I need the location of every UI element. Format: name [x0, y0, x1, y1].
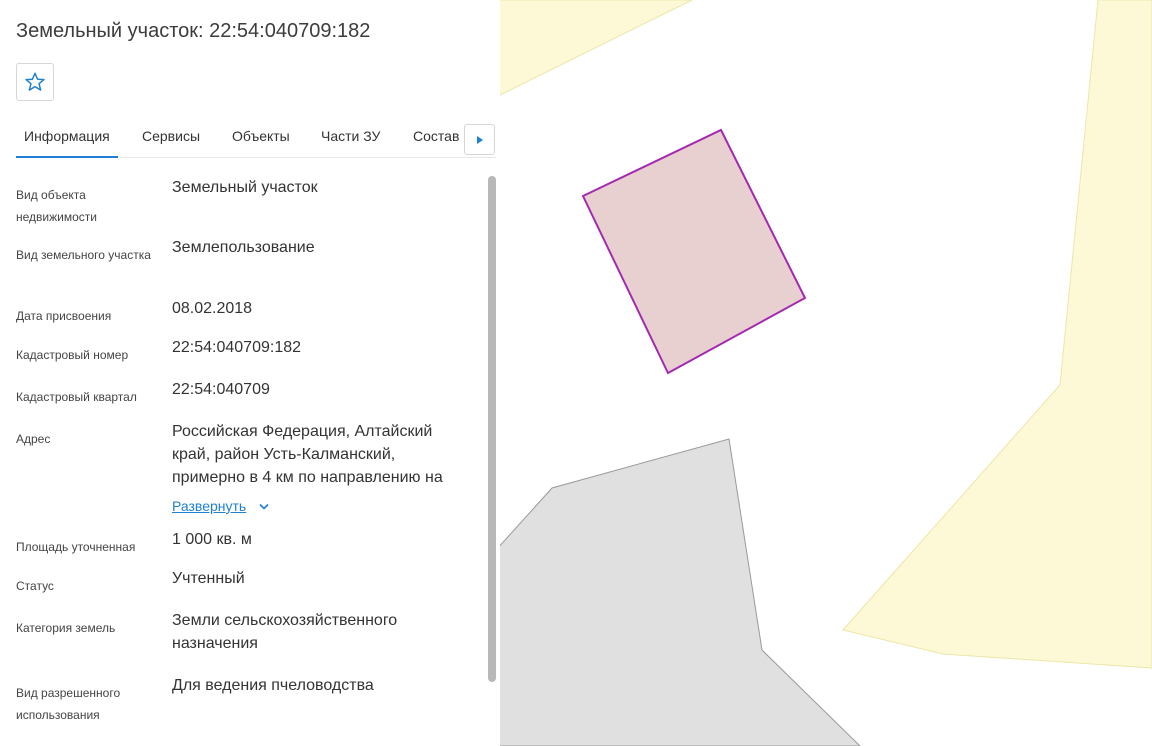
info-value: Землепользование: [172, 239, 315, 256]
panel-scrollbar-thumb[interactable]: [488, 176, 496, 682]
chevron-down-icon[interactable]: [258, 503, 270, 511]
info-value: 1 000 кв. м: [172, 531, 252, 548]
tab-parts[interactable]: Части ЗУ: [321, 118, 380, 156]
caret-right-icon: [476, 135, 483, 144]
address-value: Российская Федерация, Алтайский край, ра…: [172, 423, 443, 486]
info-value: Учтенный: [172, 570, 245, 587]
info-value: Земли сельскохозяйственного назначения: [172, 612, 398, 652]
info-label: Адрес: [16, 432, 51, 446]
info-value: Для ведения пчеловодства: [172, 677, 374, 694]
info-row-address: Адрес Российская Федерация, Алтайский кр…: [16, 423, 476, 520]
info-panel: Земельный участок: 22:54:040709:182 Инфо…: [0, 0, 500, 746]
address-expand-link[interactable]: Развернуть: [172, 498, 246, 514]
tab-objects[interactable]: Объекты: [232, 118, 290, 156]
info-label: Статус: [16, 579, 54, 593]
star-outline-icon: [25, 72, 45, 91]
info-value: 22:54:040709: [172, 381, 270, 398]
tab-bar: Информация Сервисы Объекты Части ЗУ Сост…: [16, 118, 496, 158]
info-label: Площадь уточненная: [16, 540, 136, 554]
info-label: Категория земель: [16, 621, 116, 635]
info-value: 22:54:040709:182: [172, 339, 302, 356]
favorite-button[interactable]: [16, 63, 54, 101]
info-label: Вид земельного участка: [16, 248, 151, 262]
info-label: Кадастровый квартал: [16, 390, 137, 404]
info-label: Вид разрешенного использования: [16, 686, 121, 722]
info-value: 08.02.2018: [172, 300, 253, 317]
tabs-next-button[interactable]: [464, 124, 495, 155]
info-label: Кадастровый номер: [16, 348, 129, 362]
info-value: Земельный участок: [172, 179, 318, 196]
tab-information[interactable]: Информация: [16, 118, 118, 158]
info-label: Вид объекта недвижимости: [16, 188, 97, 224]
page-title: Земельный участок: 22:54:040709:182: [16, 20, 371, 42]
info-label: Дата присвоения: [16, 309, 112, 323]
tab-composition[interactable]: Состав: [413, 118, 459, 156]
tab-services[interactable]: Сервисы: [142, 118, 200, 156]
